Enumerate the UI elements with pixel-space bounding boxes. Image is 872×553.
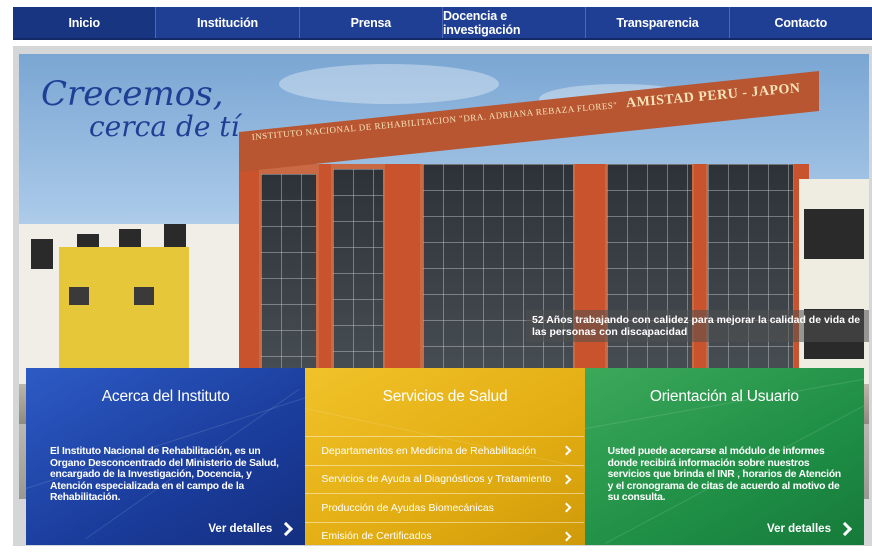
cloud <box>279 64 499 104</box>
main-nav: Inicio Institución Prensa Docencia e inv… <box>13 7 872 38</box>
panel-orientation-title: Orientación al Usuario <box>649 388 799 405</box>
about-details-link[interactable]: Ver detalles <box>208 521 294 537</box>
nav-transparencia[interactable]: Transparencia <box>586 7 730 38</box>
about-details-label: Ver detalles <box>208 523 273 535</box>
service-item-diagnostico[interactable]: Servicios de Ayuda al Diagnósticos y Tra… <box>305 464 585 494</box>
slogan-line2: cerca de tí <box>89 110 240 143</box>
window <box>804 209 864 259</box>
nav-docencia[interactable]: Docencia e investigación <box>443 7 587 38</box>
service-item-certificados[interactable]: Emisión de Certificados <box>305 521 585 546</box>
hero-slogan: Crecemos, cerca de tí <box>41 76 241 142</box>
services-menu: Departamentos en Medicina de Rehabilitac… <box>305 436 585 546</box>
service-item-label: Producción de Ayudas Biomecánicas <box>321 501 494 514</box>
info-panels: Acerca del Instituto El Instituto Nacion… <box>26 368 864 545</box>
chevron-right-icon <box>561 531 572 542</box>
service-item-label: Emisión de Certificados <box>321 530 432 543</box>
orientation-details-link[interactable]: Ver detalles <box>767 521 853 537</box>
nav-prensa[interactable]: Prensa <box>300 7 443 38</box>
window <box>69 287 89 305</box>
window <box>31 239 53 269</box>
nav-inicio[interactable]: Inicio <box>13 7 157 38</box>
service-item-label: Departamentos en Medicina de Rehabilitac… <box>321 444 537 457</box>
chevron-right-icon <box>561 502 572 513</box>
chevron-right-icon <box>279 521 294 537</box>
chevron-right-icon <box>561 445 572 456</box>
window <box>134 287 154 305</box>
nav-institucion[interactable]: Institución <box>156 7 300 38</box>
panel-services-title: Servicios de Salud <box>382 388 508 405</box>
slogan-line1: Crecemos, <box>41 74 224 114</box>
hero-caption: 52 Años trabajando con calidez para mejo… <box>526 310 869 342</box>
service-item-ayudas[interactable]: Producción de Ayudas Biomecánicas <box>305 493 585 522</box>
panel-services: Servicios de Salud Departamentos en Medi… <box>305 368 585 546</box>
nav-contacto[interactable]: Contacto <box>730 7 872 38</box>
panel-orientation: Orientación al Usuario Usted puede acerc… <box>584 368 864 545</box>
service-item-departamentos[interactable]: Departamentos en Medicina de Rehabilitac… <box>305 436 585 465</box>
chevron-right-icon <box>561 474 572 485</box>
service-item-label: Servicios de Ayuda al Diagnósticos y Tra… <box>321 473 552 486</box>
panel-about-text: El Instituto Nacional de Rehabilitación,… <box>50 446 279 504</box>
orientation-details-label: Ver detalles <box>767 523 831 535</box>
chevron-right-icon <box>837 521 853 537</box>
panel-about-title: Acerca del Instituto <box>101 388 230 405</box>
panel-orientation-text: Usted puede acercarse al módulo de infor… <box>607 446 842 504</box>
panel-about: Acerca del Instituto El Instituto Nacion… <box>26 368 306 545</box>
